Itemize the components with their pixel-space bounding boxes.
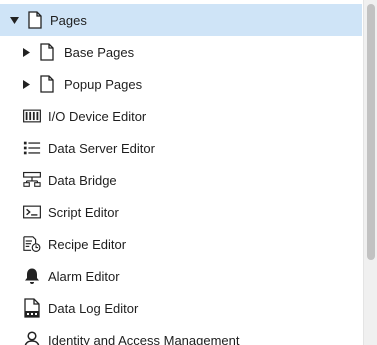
- collapsed-arrow-icon[interactable]: [21, 47, 31, 57]
- user-icon: [23, 330, 41, 345]
- tree-item-data-bridge[interactable]: Data Bridge: [0, 164, 362, 196]
- tree-item-label: Recipe Editor: [48, 236, 127, 252]
- tree-item-identity-access-management[interactable]: Identity and Access Management: [0, 324, 362, 345]
- tree-item-label: Alarm Editor: [48, 268, 120, 284]
- alarm-bell-icon: [23, 266, 41, 286]
- recipe-icon: [23, 234, 41, 254]
- collapsed-arrow-icon[interactable]: [21, 79, 31, 89]
- tree-item-label: Data Log Editor: [48, 300, 139, 316]
- scrollbar-thumb[interactable]: [367, 4, 375, 260]
- page-icon: [26, 10, 44, 30]
- io-device-icon: [23, 106, 41, 126]
- tree-item-popup-pages[interactable]: Popup Pages: [0, 68, 362, 100]
- tree-item-recipe-editor[interactable]: Recipe Editor: [0, 228, 362, 260]
- page-icon: [38, 74, 56, 94]
- tree-item-data-server-editor[interactable]: Data Server Editor: [0, 132, 362, 164]
- data-log-icon: [23, 298, 41, 318]
- tree-item-base-pages[interactable]: Base Pages: [0, 36, 362, 68]
- page-icon: [38, 42, 56, 62]
- tree-item-data-log-editor[interactable]: Data Log Editor: [0, 292, 362, 324]
- tree-item-label: Identity and Access Management: [48, 332, 240, 345]
- project-tree: Pages Base Pages Popup Pages I/O Device …: [0, 0, 377, 345]
- tree-item-label: Data Server Editor: [48, 140, 155, 156]
- tree-item-label: Base Pages: [64, 44, 135, 60]
- tree-item-label: I/O Device Editor: [48, 108, 147, 124]
- data-server-icon: [23, 138, 41, 158]
- tree-item-pages[interactable]: Pages: [0, 4, 362, 36]
- tree-item-alarm-editor[interactable]: Alarm Editor: [0, 260, 362, 292]
- tree-item-script-editor[interactable]: Script Editor: [0, 196, 362, 228]
- script-icon: [23, 202, 41, 222]
- tree-item-label: Script Editor: [48, 204, 119, 220]
- data-bridge-icon: [23, 170, 41, 190]
- expanded-arrow-icon[interactable]: [9, 15, 19, 25]
- tree-item-label: Pages: [50, 12, 87, 28]
- tree-item-label: Popup Pages: [64, 76, 143, 92]
- tree-item-io-device-editor[interactable]: I/O Device Editor: [0, 100, 362, 132]
- vertical-scrollbar[interactable]: [363, 0, 377, 345]
- tree-item-label: Data Bridge: [48, 172, 117, 188]
